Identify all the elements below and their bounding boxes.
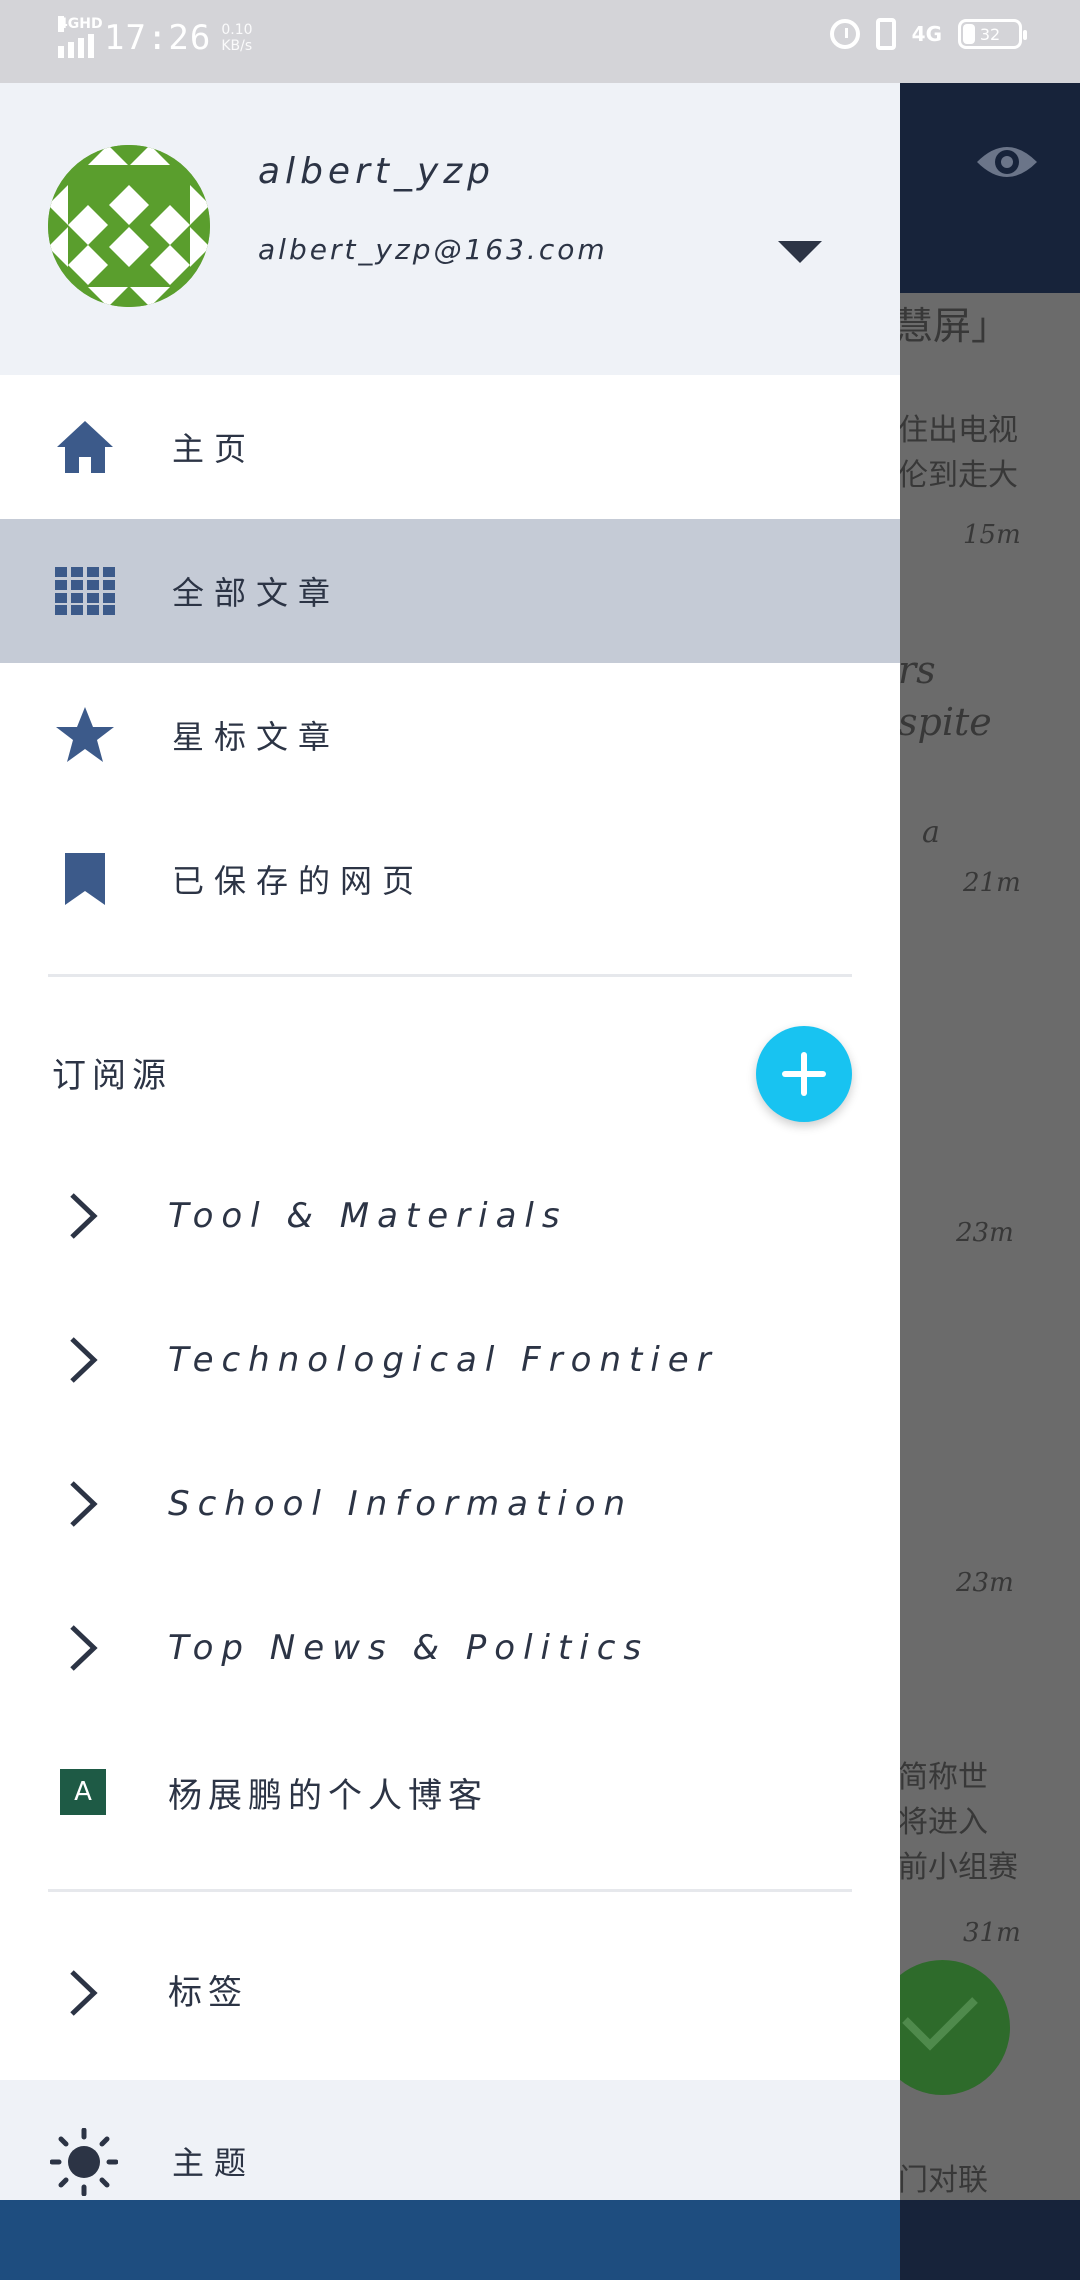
bg-article-text: 门对联 bbox=[898, 2163, 988, 2198]
navigation-drawer: albert_yzp albert_yzp@163.com 主页 全部文章 星标… bbox=[0, 83, 900, 2200]
identicon-icon bbox=[48, 145, 210, 307]
bg-article-time: 21m bbox=[963, 868, 1021, 898]
network-type: 4G bbox=[911, 22, 942, 46]
nav-item-starred[interactable]: 星标文章 bbox=[0, 663, 900, 807]
bg-article-text: 伦到走大 bbox=[898, 458, 1018, 493]
divider bbox=[48, 1889, 852, 1892]
sun-icon bbox=[50, 2128, 118, 2196]
bg-article-text: 简称世 bbox=[898, 1760, 988, 1795]
nav-label: 星标文章 bbox=[172, 718, 341, 756]
feed-item[interactable]: A 杨展鹏的个人博客 bbox=[0, 1720, 900, 1864]
star-icon bbox=[50, 700, 120, 770]
feed-item[interactable]: Tool & Materials bbox=[0, 1144, 900, 1288]
feed-label: School Information bbox=[168, 1484, 634, 1524]
grid-icon bbox=[50, 556, 120, 626]
bg-article-text: 前小组赛 bbox=[898, 1850, 1018, 1885]
nav-label: 已保存的网页 bbox=[172, 862, 425, 900]
bg-article-time: 23m bbox=[956, 1218, 1014, 1248]
clock: 17:26 bbox=[104, 18, 212, 58]
profile-username: albert_yzp bbox=[258, 151, 496, 192]
feed-label: Tool & Materials bbox=[168, 1196, 568, 1236]
chevron-right-icon[interactable] bbox=[64, 1479, 104, 1529]
nav-item-saved-pages[interactable]: 已保存的网页 bbox=[0, 807, 900, 951]
profile-header: albert_yzp albert_yzp@163.com bbox=[0, 83, 900, 375]
chevron-right-icon[interactable] bbox=[64, 1335, 104, 1385]
avatar[interactable] bbox=[48, 145, 210, 307]
bg-article-text: 将进入 bbox=[898, 1805, 988, 1840]
vibrate-icon bbox=[875, 18, 896, 50]
nav-label: 主页 bbox=[172, 430, 257, 468]
alarm-icon bbox=[829, 19, 860, 49]
account-dropdown-icon[interactable] bbox=[778, 241, 822, 263]
app-toolbar bbox=[900, 83, 1080, 293]
feed-item[interactable]: School Information bbox=[0, 1432, 900, 1576]
bg-article-text: a bbox=[922, 815, 940, 850]
nav-item-tags[interactable]: 标签 bbox=[0, 1923, 900, 2063]
status-bar: 4GHD 17:26 0.10 KB/s 4G 32 bbox=[0, 0, 1080, 83]
bg-article-time: 23m bbox=[956, 1568, 1014, 1598]
nav-item-theme[interactable]: 主题 bbox=[0, 2080, 900, 2200]
bg-article-title: spite bbox=[898, 700, 992, 744]
nav-item-all-articles[interactable]: 全部文章 bbox=[0, 519, 900, 663]
home-icon bbox=[50, 412, 120, 482]
network-speed: 0.10 KB/s bbox=[221, 22, 253, 54]
feeds-section-title: 订阅源 bbox=[52, 1056, 172, 1096]
nav-label: 全部文章 bbox=[172, 574, 341, 612]
feed-item[interactable]: Top News & Politics bbox=[0, 1576, 900, 1720]
feed-label: Technological Frontier bbox=[168, 1340, 719, 1380]
feed-item[interactable]: Technological Frontier bbox=[0, 1288, 900, 1432]
bg-article-title: rs bbox=[898, 648, 936, 692]
bottom-bar bbox=[0, 2200, 1080, 2280]
chevron-right-icon[interactable] bbox=[64, 1968, 104, 2018]
tags-label: 标签 bbox=[168, 1973, 248, 2013]
profile-email: albert_yzp@163.com bbox=[258, 233, 608, 266]
divider bbox=[48, 974, 852, 977]
bookmark-icon bbox=[50, 844, 120, 914]
bg-article-time: 31m bbox=[963, 1918, 1021, 1948]
add-feed-button[interactable] bbox=[756, 1026, 852, 1122]
chevron-right-icon[interactable] bbox=[64, 1623, 104, 1673]
bg-article-time: 15m bbox=[963, 520, 1021, 550]
feed-label: 杨展鹏的个人博客 bbox=[168, 1775, 488, 1816]
chevron-right-icon[interactable] bbox=[64, 1191, 104, 1241]
eye-icon[interactable] bbox=[975, 140, 1039, 184]
feed-label: Top News & Politics bbox=[168, 1628, 650, 1668]
battery-icon: 32 bbox=[958, 19, 1027, 49]
bg-article-title: 慧屏」 bbox=[895, 304, 1010, 348]
nav-item-home[interactable]: 主页 bbox=[0, 375, 900, 519]
feed-favicon-icon: A bbox=[60, 1769, 106, 1815]
bg-article-text: 住出电视 bbox=[898, 413, 1018, 448]
signal-icon: 4GHD bbox=[58, 16, 103, 58]
theme-label: 主题 bbox=[172, 2144, 257, 2182]
